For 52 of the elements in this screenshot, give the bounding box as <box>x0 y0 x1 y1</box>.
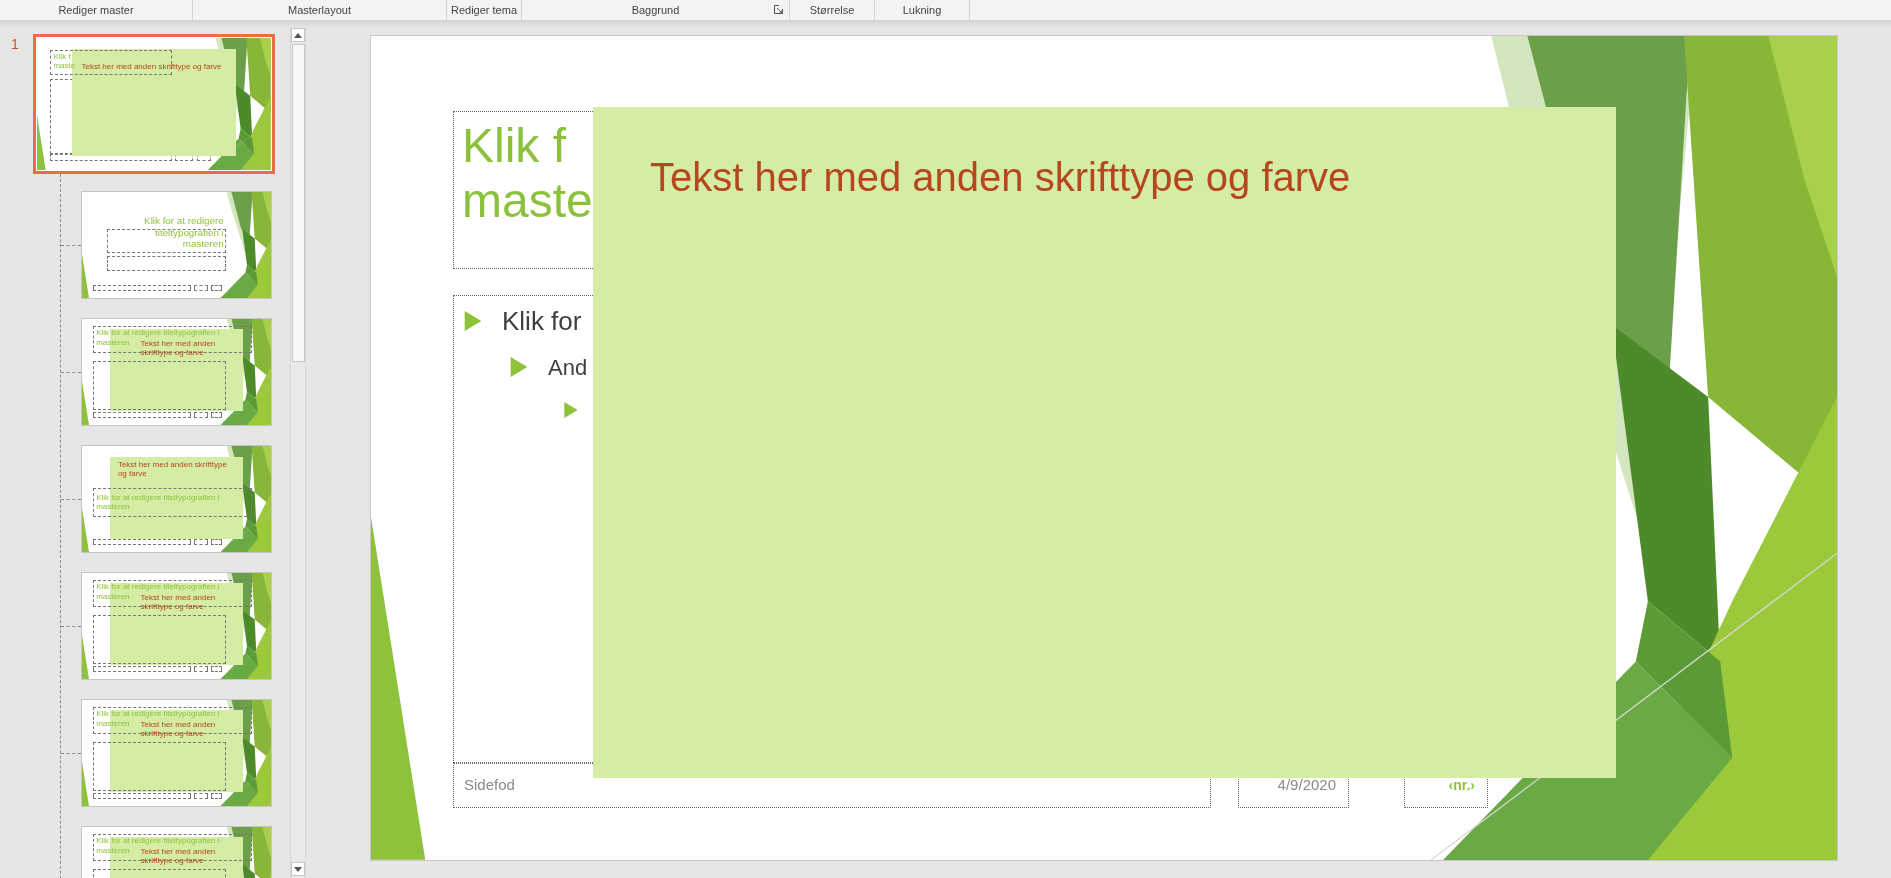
title-text: Klik for at redigere titeltypografien i <box>96 582 220 592</box>
title-text: Klik for at redigere <box>144 215 224 227</box>
date-placeholder <box>193 412 208 418</box>
title-text: Klik for at redigere titeltypografien i <box>96 493 220 503</box>
title-text: Klik f <box>462 118 566 174</box>
slide-number: 1 <box>10 35 20 51</box>
scroll-down-button[interactable] <box>291 862 305 876</box>
number-placeholder <box>211 412 223 418</box>
number-placeholder <box>211 793 223 799</box>
title-text: titeltypografien i <box>155 226 224 238</box>
wedge-drawing <box>37 115 46 170</box>
date-placeholder <box>193 285 208 291</box>
number-placeholder <box>211 285 223 291</box>
ribbon-group-label: Baggrund <box>631 2 680 18</box>
date-placeholder <box>193 793 208 799</box>
ribbon-group-label: Rediger tema <box>450 2 517 18</box>
title-text: Klik for at redigere titeltypografien i <box>96 836 220 846</box>
date-text: 4/9/2020 <box>1277 775 1336 796</box>
title-text: masteren <box>182 237 224 250</box>
slide-thumbnail[interactable]: Klik f maste Tekst her med anden skrifttype og farve <box>33 34 275 174</box>
down-arrow-icon <box>294 866 302 872</box>
triangle-bullet-icon <box>464 311 482 331</box>
ribbon-group-label: Masterlayout <box>288 2 351 18</box>
title-text: Klik for at redigere titeltypografien i <box>96 328 220 338</box>
triangle-bullet-icon <box>510 357 528 377</box>
slide-number-field: ‹nr.› <box>1448 775 1475 796</box>
overlay-text: Tekst her med anden skrifttype og farve <box>650 155 1351 199</box>
footer-text: Sidefod <box>464 775 515 796</box>
bullet-text: Klik for <box>502 304 582 338</box>
scrollbar-thumb[interactable] <box>291 44 305 362</box>
date-placeholder <box>193 539 208 545</box>
title-text: Klik f <box>53 51 71 62</box>
overlay-text: Tekst her med anden skrifttype og farve <box>117 459 228 479</box>
dialog-launcher-icon[interactable] <box>774 5 783 14</box>
overlay-text: Tekst her med anden skrifttype og farve <box>140 847 217 866</box>
date-placeholder <box>193 666 208 672</box>
title-text: maste <box>462 173 593 229</box>
overlay-text: Tekst her med anden skrifttype og farve <box>140 593 217 612</box>
ribbon-group-label: Lukning <box>902 2 942 18</box>
overlay-text: Tekst her med anden skrifttype og farve <box>81 61 222 71</box>
scroll-up-button[interactable] <box>291 28 305 42</box>
ribbon-group-label: Rediger master <box>58 2 134 18</box>
title-text: Klik for at redigere titeltypografien i <box>96 709 220 719</box>
number-placeholder <box>211 539 223 545</box>
ribbon-group-label: Størrelse <box>809 2 855 18</box>
overlay-text: Tekst her med anden skrifttype og farve <box>140 339 217 358</box>
number-placeholder <box>211 666 223 672</box>
overlay-text: Tekst her med anden skrifttype og farve <box>140 720 217 739</box>
up-arrow-icon <box>294 32 302 38</box>
triangle-bullet-icon <box>564 402 578 418</box>
title-text: maste <box>53 61 76 71</box>
bullet-text: And <box>548 353 588 382</box>
